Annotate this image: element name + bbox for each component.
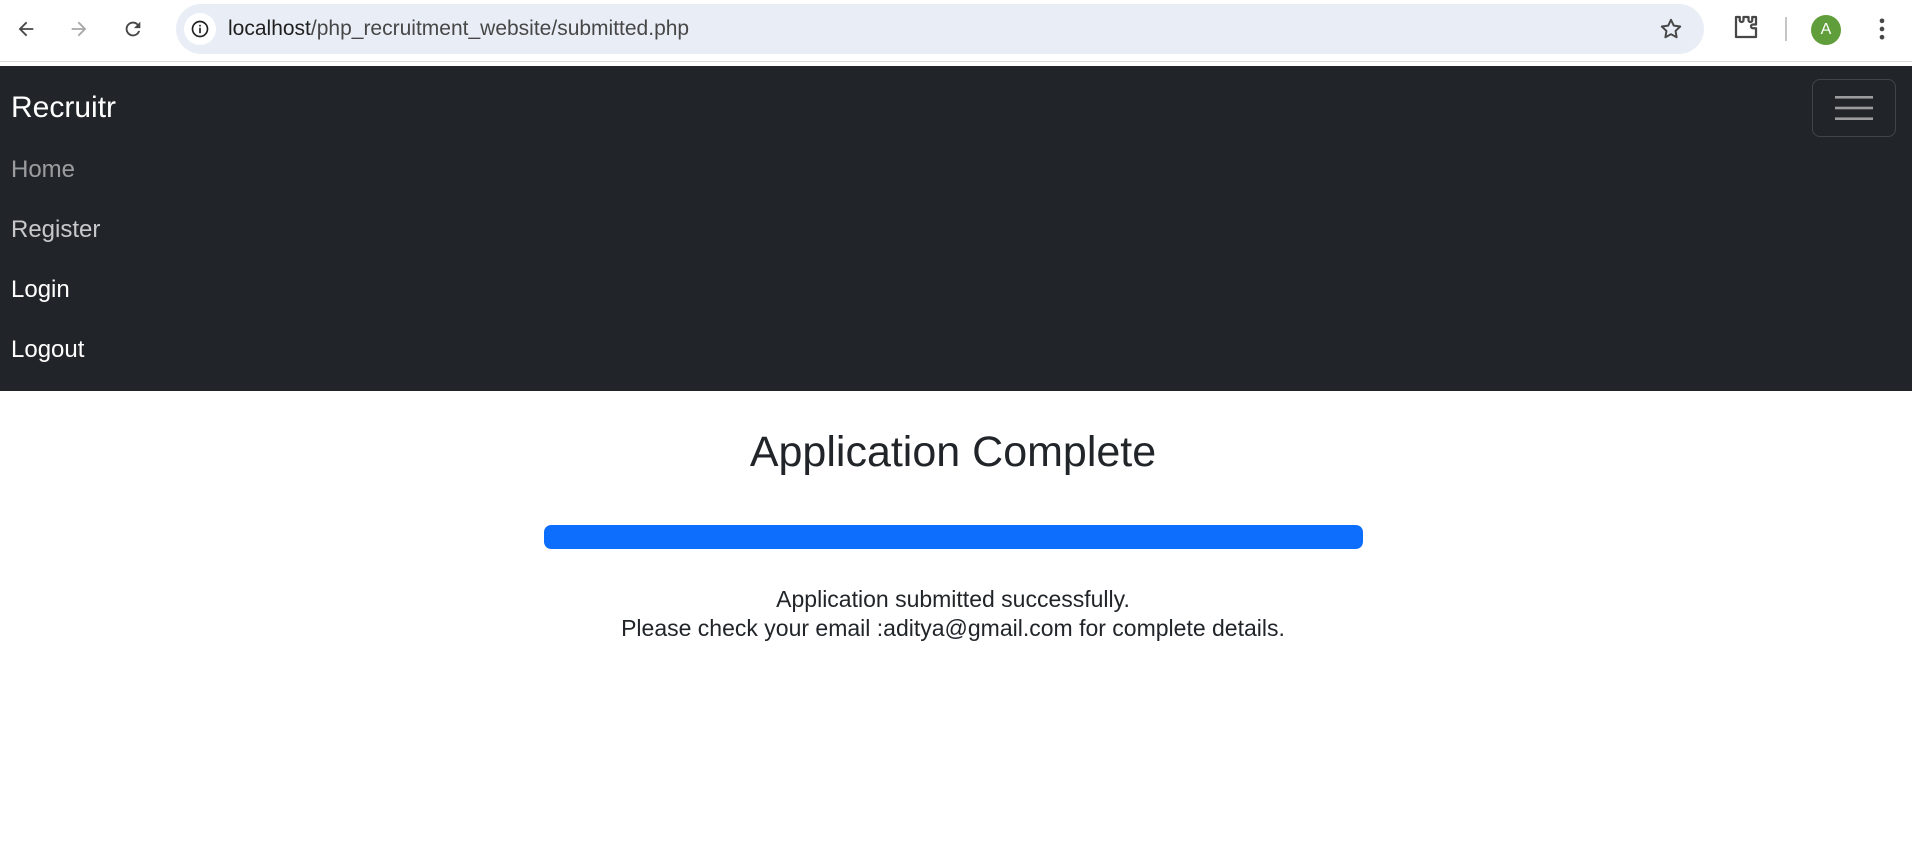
application-progress bbox=[544, 525, 1363, 549]
url-host: localhost bbox=[228, 17, 311, 40]
success-message-line-2: Please check your email :aditya@gmail.co… bbox=[621, 615, 1285, 641]
bookmark-star-icon[interactable] bbox=[1658, 16, 1684, 42]
kebab-menu-icon[interactable] bbox=[1868, 12, 1896, 46]
nav-link-register[interactable]: Register bbox=[11, 216, 100, 244]
navbar-brand[interactable]: Recruitr bbox=[11, 91, 116, 125]
nav-link-logout[interactable]: Logout bbox=[11, 336, 84, 364]
nav-link-login[interactable]: Login bbox=[11, 276, 70, 304]
browser-toolbar: localhost/php_recruitment_website/submit… bbox=[0, 0, 1912, 62]
nav-link-home[interactable]: Home bbox=[11, 156, 75, 184]
progress-bar-fill bbox=[544, 525, 1363, 549]
back-arrow-icon bbox=[18, 21, 34, 37]
toolbar-divider bbox=[1785, 17, 1787, 41]
site-info-icon bbox=[191, 20, 209, 38]
success-message-line-1: Application submitted successfully. bbox=[776, 586, 1130, 612]
extensions-icon[interactable] bbox=[1731, 12, 1761, 42]
navbar-toggler-button[interactable] bbox=[1812, 79, 1896, 137]
success-message: Application submitted successfully. Plea… bbox=[0, 585, 1906, 643]
forward-arrow-icon bbox=[71, 21, 87, 37]
back-button[interactable] bbox=[8, 11, 44, 47]
profile-avatar[interactable]: A bbox=[1811, 15, 1841, 45]
site-navbar: Recruitr Home Register Login Logout bbox=[0, 66, 1912, 391]
reload-button[interactable] bbox=[115, 11, 151, 47]
reload-icon bbox=[125, 21, 141, 37]
forward-button[interactable] bbox=[61, 11, 97, 47]
url-path: /php_recruitment_website/submitted.php bbox=[310, 17, 690, 40]
hamburger-icon bbox=[1835, 96, 1873, 120]
site-info-button[interactable] bbox=[184, 13, 216, 45]
page-title: Application Complete bbox=[749, 428, 1157, 476]
address-bar[interactable]: localhost/php_recruitment_website/submit… bbox=[176, 4, 1704, 54]
url-text: localhost/php_recruitment_website/submit… bbox=[228, 4, 689, 54]
